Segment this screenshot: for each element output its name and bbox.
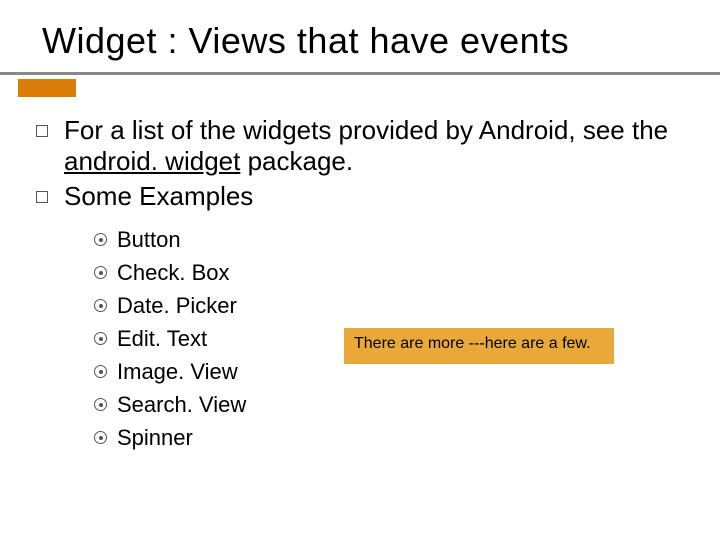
content-area: For a list of the widgets provided by An… [0,115,720,451]
list-item: Check. Box [94,260,680,286]
square-bullet-icon [36,125,48,137]
slide: Widget : Views that have events For a li… [0,0,720,540]
list-item-label: Image. View [117,359,238,385]
list-item: Spinner [94,425,680,451]
package-link[interactable]: android. widget [64,146,240,176]
accent-bar [18,79,76,97]
square-bullet-icon [36,191,48,203]
circle-bullet-icon [94,266,107,279]
slide-title: Widget : Views that have events [0,0,720,72]
bullet-text-post: package. [240,146,353,176]
list-item-label: Search. View [117,392,246,418]
list-item-label: Date. Picker [117,293,237,319]
circle-bullet-icon [94,299,107,312]
list-item: Button [94,227,680,253]
callout-note: There are more ---here are a few. [344,328,614,364]
title-underline [0,72,720,75]
list-item-label: Button [117,227,181,253]
circle-bullet-icon [94,365,107,378]
bullet-text: Some Examples [64,181,253,212]
list-item-label: Spinner [117,425,193,451]
list-item-label: Edit. Text [117,326,207,352]
circle-bullet-icon [94,233,107,246]
bullet-item: For a list of the widgets provided by An… [36,115,680,177]
circle-bullet-icon [94,431,107,444]
list-item: Search. View [94,392,680,418]
bullet-text: For a list of the widgets provided by An… [64,115,680,177]
circle-bullet-icon [94,398,107,411]
bullet-text-pre: For a list of the widgets provided by An… [64,115,668,145]
bullet-item: Some Examples [36,181,680,212]
circle-bullet-icon [94,332,107,345]
list-item: Date. Picker [94,293,680,319]
list-item-label: Check. Box [117,260,230,286]
